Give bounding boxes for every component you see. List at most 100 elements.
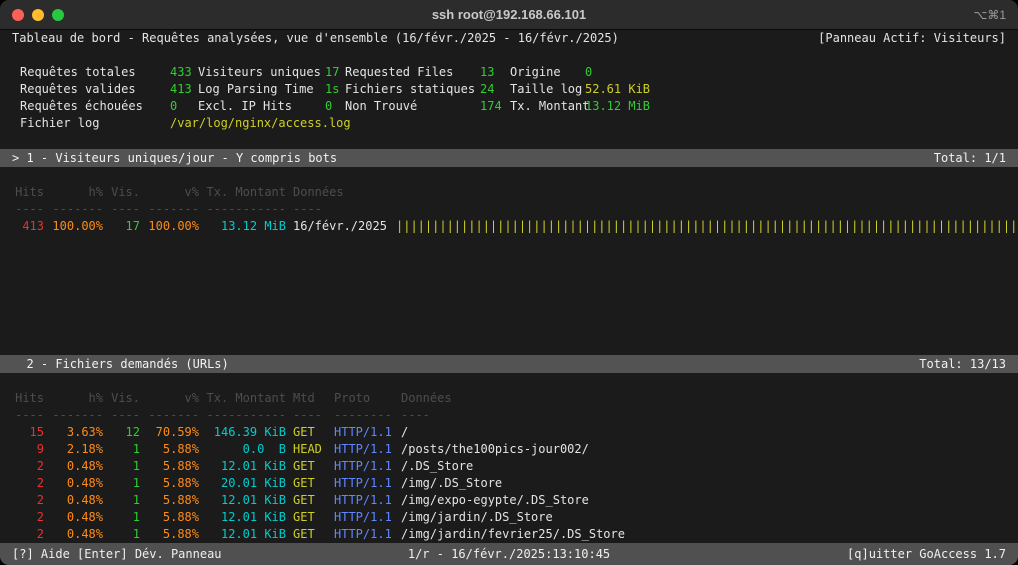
cell-hits: 2 — [12, 458, 44, 475]
cell-visitors: 1 — [110, 441, 140, 458]
stat-value: 0 — [325, 98, 345, 115]
stat-value: 413 — [170, 81, 198, 98]
minimize-window-button[interactable] — [32, 9, 44, 21]
column-tx-amount: Tx. Montant — [206, 390, 286, 407]
stat-value: 1s — [325, 81, 345, 98]
cell-tx-amount: 146.39 KiB — [206, 424, 286, 441]
divider-dashes: ------- — [51, 201, 103, 218]
stat-label: Requested Files — [345, 64, 480, 81]
stat-value: 52.61 KiB — [585, 81, 1006, 98]
table-row[interactable]: 2 0.48% 1 5.88% 20.01 KiB GET HTTP/1.1 /… — [0, 475, 1018, 492]
status-bar: [?] Aide [Enter] Dév. Panneau 1/r - 16/f… — [0, 543, 1018, 565]
column-visitors: Vis. — [110, 390, 140, 407]
cell-tx-amount: 13.12 MiB — [206, 218, 286, 235]
cell-hits-percent: 0.48% — [51, 475, 103, 492]
table-row[interactable]: 2 0.48% 1 5.88% 12.01 KiB GET HTTP/1.1 /… — [0, 526, 1018, 543]
cell-method: GET — [293, 475, 327, 492]
divider-dashes: -------- — [334, 407, 394, 424]
cell-hits: 2 — [12, 509, 44, 526]
divider-dashes: ---- — [12, 407, 44, 424]
stat-label: Log Parsing Time — [198, 81, 325, 98]
table-row[interactable]: 2 0.48% 1 5.88% 12.01 KiB GET HTTP/1.1 /… — [0, 492, 1018, 509]
terminal-screen[interactable]: Tableau de bord - Requêtes analysées, vu… — [0, 30, 1018, 565]
divider-dashes: ------- — [147, 407, 199, 424]
window-title: ssh root@192.168.66.101 — [0, 7, 1018, 22]
divider-dashes: ---- — [12, 201, 44, 218]
stat-label: Requêtes valides — [20, 81, 170, 98]
panel-2-header[interactable]: 2 - Fichiers demandés (URLs) Total: 13/1… — [0, 355, 1018, 373]
blank-line — [0, 132, 1018, 149]
cell-method: HEAD — [293, 441, 327, 458]
stat-label: Fichier log — [20, 115, 170, 132]
cell-hits: 2 — [12, 526, 44, 543]
table-row[interactable]: 2 0.48% 1 5.88% 12.01 KiB GET HTTP/1.1 /… — [0, 458, 1018, 475]
cell-visitors-percent: 100.00% — [147, 218, 199, 235]
table-column-headers: Hits h% Vis. v% Tx. Montant Données — [0, 184, 1018, 201]
cell-tx-amount: 12.01 KiB — [206, 458, 286, 475]
cell-tx-amount: 20.01 KiB — [206, 475, 286, 492]
divider-dashes: ---- — [293, 407, 327, 424]
cell-url: /posts/the100pics-jour002/ — [401, 441, 1006, 458]
cell-url: / — [401, 424, 1006, 441]
titlebar[interactable]: ssh root@192.168.66.101 ⌥⌘1 — [0, 0, 1018, 30]
column-data: Données — [293, 184, 389, 201]
cell-protocol: HTTP/1.1 — [334, 509, 394, 526]
column-hits: Hits — [12, 390, 44, 407]
cell-hits-percent: 100.00% — [51, 218, 103, 235]
column-hits-percent: h% — [51, 390, 103, 407]
cell-hits: 2 — [12, 475, 44, 492]
cell-hits: 413 — [12, 218, 44, 235]
cell-tx-amount: 0.0 B — [206, 441, 286, 458]
dashboard-title: Tableau de bord - Requêtes analysées, vu… — [12, 30, 619, 47]
statusbar-quit-version: [q]uitter GoAccess 1.7 — [847, 546, 1006, 563]
summary-row: Requêtes totales 433 Visiteurs uniques 1… — [0, 64, 1018, 81]
statusbar-help-hints: [?] Aide [Enter] Dév. Panneau — [12, 546, 222, 563]
statusbar-log-position: 1/r - 16/févr./2025:13:10:45 — [408, 546, 610, 563]
stat-label: Origine — [510, 64, 585, 81]
panel-empty-space — [0, 235, 1018, 355]
cell-date: 16/févr./2025 — [293, 218, 389, 235]
cell-method: GET — [293, 526, 327, 543]
table-row[interactable]: 413 100.00% 17 100.00% 13.12 MiB 16/févr… — [0, 218, 1018, 235]
stat-label: Visiteurs uniques — [198, 64, 325, 81]
cell-visitors-percent: 5.88% — [147, 509, 199, 526]
cell-visitors: 1 — [110, 475, 140, 492]
stat-label: Taille log — [510, 81, 585, 98]
blank-line — [0, 167, 1018, 184]
stat-label: Tx. Montant — [510, 98, 585, 115]
table-divider: ---- ------- ---- ------- ----------- --… — [0, 407, 1018, 424]
cell-visitors: 1 — [110, 509, 140, 526]
panel-1-header[interactable]: > 1 - Visiteurs uniques/jour - Y compris… — [0, 149, 1018, 167]
cell-hits-percent: 0.48% — [51, 492, 103, 509]
cell-visitors: 1 — [110, 492, 140, 509]
stat-value: 17 — [325, 64, 345, 81]
summary-log-row: Fichier log /var/log/nginx/access.log — [0, 115, 1018, 132]
table-row[interactable]: 15 3.63% 12 70.59% 146.39 KiB GET HTTP/1… — [0, 424, 1018, 441]
cell-visitors: 1 — [110, 526, 140, 543]
panel-2-title: 2 - Fichiers demandés (URLs) — [12, 355, 229, 373]
window-shortcut-badge: ⌥⌘1 — [973, 8, 1006, 22]
cell-visitors-percent: 5.88% — [147, 526, 199, 543]
blank-line — [0, 373, 1018, 390]
cell-method: GET — [293, 424, 327, 441]
stat-label: Requêtes échouées — [20, 98, 170, 115]
log-file-path: /var/log/nginx/access.log — [170, 115, 1006, 132]
divider-dashes: ---- — [110, 201, 140, 218]
close-window-button[interactable] — [12, 9, 24, 21]
active-panel-indicator: [Panneau Actif: Visiteurs] — [818, 30, 1006, 47]
fullscreen-window-button[interactable] — [52, 9, 64, 21]
cell-url: /.DS_Store — [401, 458, 1006, 475]
cell-url: /img/.DS_Store — [401, 475, 1006, 492]
column-visitors-percent: v% — [147, 184, 199, 201]
cell-hits-percent: 3.63% — [51, 424, 103, 441]
terminal-window: ssh root@192.168.66.101 ⌥⌘1 Tableau de b… — [0, 0, 1018, 565]
table-row[interactable]: 2 0.48% 1 5.88% 12.01 KiB GET HTTP/1.1 /… — [0, 509, 1018, 526]
table-row[interactable]: 9 2.18% 1 5.88% 0.0 B HEAD HTTP/1.1 /pos… — [0, 441, 1018, 458]
divider-dashes: ------- — [51, 407, 103, 424]
stat-label: Non Trouvé — [345, 98, 480, 115]
divider-dashes: ---- — [401, 407, 1006, 424]
cell-method: GET — [293, 492, 327, 509]
cell-protocol: HTTP/1.1 — [334, 441, 394, 458]
cell-url: /img/jardin/fevrier25/.DS_Store — [401, 526, 1006, 543]
panel-2-total: Total: 13/13 — [919, 355, 1006, 373]
